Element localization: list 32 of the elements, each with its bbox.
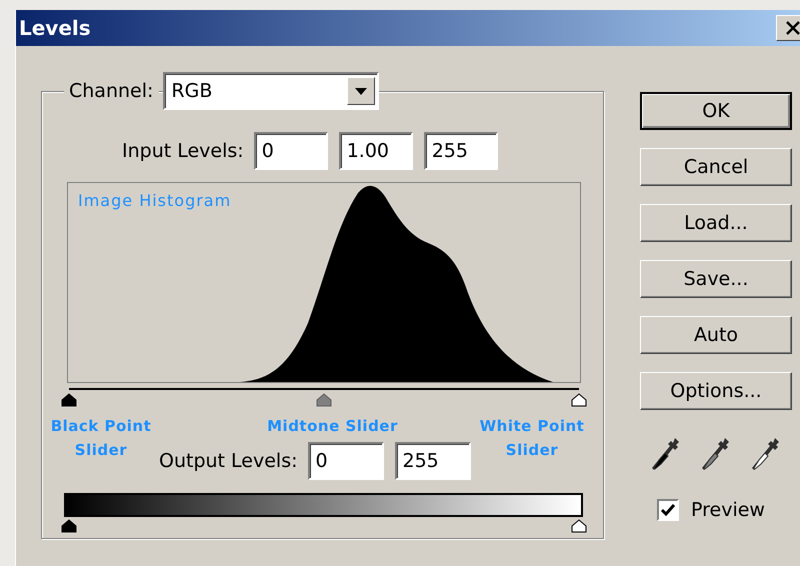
preview-checkbox[interactable] <box>657 499 679 522</box>
eyedropper-icon[interactable] <box>701 436 731 472</box>
output-level-field[interactable]: 255 <box>394 442 470 480</box>
checkmark-icon <box>661 504 675 516</box>
input-levels-label: Input Levels: <box>122 138 244 164</box>
slider-thumb[interactable] <box>316 393 332 407</box>
slider-annotation: Midtone Slider <box>266 416 399 437</box>
eyedropper-icon[interactable] <box>651 436 681 472</box>
dialog-button[interactable]: Save... <box>640 260 792 298</box>
slider-annotation: White Point Slider <box>478 416 586 461</box>
image-histogram-label: Image Histogram <box>78 190 232 212</box>
input-level-field[interactable]: 0 <box>254 132 328 170</box>
channel-dropdown[interactable]: RGB <box>163 72 380 110</box>
input-level-field[interactable]: 1.00 <box>338 132 413 170</box>
slider-thumb[interactable] <box>571 519 587 533</box>
output-level-field[interactable]: 0 <box>308 442 384 480</box>
close-icon <box>785 21 800 35</box>
slider-thumb[interactable] <box>61 393 77 407</box>
dialog-button[interactable]: Cancel <box>640 148 792 186</box>
slider-thumb[interactable] <box>571 393 587 407</box>
output-levels-label: Output Levels: <box>159 448 298 474</box>
input-level-field[interactable]: 255 <box>424 132 498 170</box>
slider-annotation: Black Point Slider <box>50 416 152 461</box>
window-title: Levels <box>18 15 91 42</box>
caret-icon <box>355 88 368 94</box>
dialog-button[interactable]: Options... <box>640 372 792 410</box>
dialog-button[interactable]: OK <box>640 92 792 130</box>
slider-thumb[interactable] <box>61 519 77 533</box>
dialog-button[interactable]: Auto <box>640 316 792 354</box>
eyedropper-icon[interactable] <box>751 436 781 472</box>
preview-label: Preview <box>691 498 765 523</box>
dialog-button[interactable]: Load... <box>640 204 792 242</box>
